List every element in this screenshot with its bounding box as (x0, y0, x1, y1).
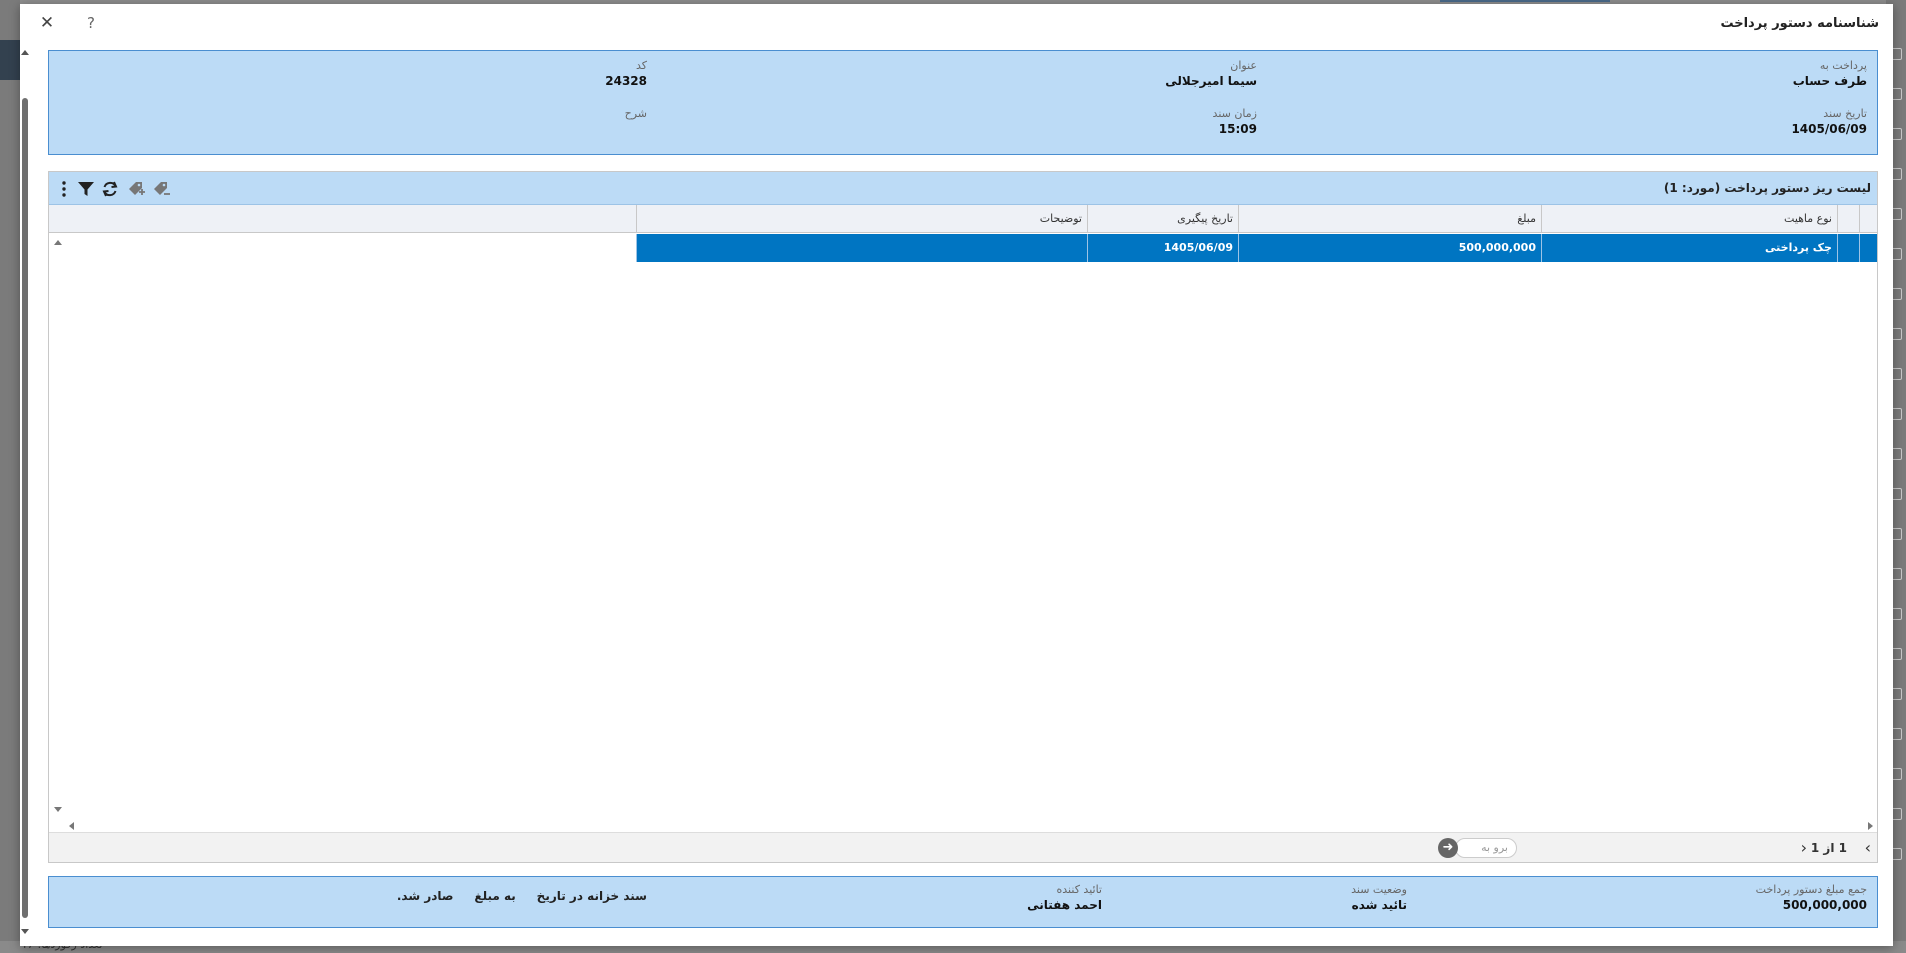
title-field: عنوان سیما امیرجلالی (1165, 59, 1257, 88)
refresh-icon[interactable] (100, 179, 120, 199)
dialog-title: شناسنامه دستور پرداخت (1720, 16, 1879, 31)
total-amount-field: جمع مبلغ دستور پرداخت 500,000,000 (1756, 883, 1867, 912)
pay-to-label: پرداخت به (1819, 59, 1867, 72)
doc-date-value: 1405/06/09 (1791, 122, 1867, 136)
scroll-right-icon[interactable] (1868, 822, 1873, 830)
document-info-panel: پرداخت به طرف حساب عنوان سیما امیرجلالی … (48, 50, 1878, 155)
grid-scroll-down-icon[interactable] (54, 807, 62, 812)
treasury-text-part1: سند خزانه در تاریخ (536, 889, 647, 903)
code-value: 24328 (605, 74, 647, 88)
doc-status-value: تائید شده (1351, 898, 1407, 912)
code-label: کد (635, 59, 647, 72)
dialog-header: شناسنامه دستور پرداخت ✕ ? (20, 4, 1893, 44)
doc-time-label: زمان سند (1212, 107, 1257, 120)
grid-toolbar: لیست ریز دستور پرداخت (مورد: 1) (49, 172, 1877, 205)
row-select-cell[interactable] (1837, 234, 1859, 262)
title-value: سیما امیرجلالی (1165, 74, 1257, 88)
page-info: 1 از 1 (1810, 841, 1847, 855)
tag-remove-icon[interactable] (151, 179, 171, 199)
cell-followup-date[interactable]: 1405/06/09 (1087, 234, 1238, 262)
doc-date-field: تاریخ سند 1405/06/09 (1791, 107, 1867, 136)
help-icon[interactable]: ? (80, 12, 102, 34)
grid-scroll-up-icon[interactable] (54, 240, 62, 245)
column-header-amount[interactable]: مبلغ (1238, 205, 1541, 232)
treasury-text-part3: صادر شد. (396, 889, 454, 903)
dialog-scrollbar[interactable] (20, 46, 30, 936)
summary-panel: جمع مبلغ دستور پرداخت 500,000,000 وضعیت … (48, 876, 1878, 928)
column-header-followup-date[interactable]: تاریخ پیگیری (1087, 205, 1238, 232)
table-row[interactable]: چک پرداختی 500,000,000 1405/06/09 (49, 234, 1877, 262)
total-amount-label: جمع مبلغ دستور پرداخت (1755, 883, 1867, 896)
scroll-up-arrow-icon[interactable] (21, 50, 29, 55)
code-field: کد 24328 (605, 59, 647, 88)
select-column-header[interactable] (1837, 205, 1859, 232)
grid-header-row: نوع ماهیت مبلغ تاریخ پیگیری توضیحات (49, 205, 1877, 233)
scroll-down-arrow-icon[interactable] (21, 929, 29, 934)
more-vertical-icon[interactable] (54, 179, 74, 199)
doc-date-label: تاریخ سند (1823, 107, 1867, 120)
grid-horizontal-scrollbar[interactable] (49, 820, 1877, 832)
pay-to-field: پرداخت به طرف حساب (1793, 59, 1867, 88)
goto-page-input[interactable]: برو به (1455, 838, 1517, 858)
description-field: شرح (625, 107, 647, 120)
doc-time-value: 15:09 (1218, 122, 1257, 136)
next-page-icon[interactable]: ‹ (1865, 838, 1871, 857)
grid-pager: ‹ 1 از 1 › برو به ➜ (49, 832, 1877, 862)
goto-page-button[interactable]: ➜ (1438, 838, 1458, 858)
approver-label: تائید کننده (1056, 883, 1102, 896)
cell-notes[interactable] (636, 234, 1087, 262)
column-header-notes[interactable]: توضیحات (636, 205, 1087, 232)
approver-field: تائید کننده احمد هفتانی (1027, 883, 1102, 912)
background-sidebar (0, 0, 20, 953)
total-amount-value: 500,000,000 (1782, 898, 1867, 912)
doc-status-label: وضعیت سند (1351, 883, 1407, 896)
payment-order-dialog: شناسنامه دستور پرداخت ✕ ? پرداخت به طرف … (20, 4, 1893, 946)
pay-to-value: طرف حساب (1792, 74, 1867, 88)
tag-add-icon[interactable] (126, 179, 146, 199)
background-tab-strip (1440, 0, 1610, 2)
cell-type[interactable]: چک پرداختی (1541, 234, 1837, 262)
row-indicator-header (1859, 205, 1877, 232)
row-indicator-cell[interactable] (1859, 234, 1877, 262)
scroll-left-icon[interactable] (69, 822, 74, 830)
grid-title: لیست ریز دستور پرداخت (مورد: 1) (1663, 181, 1871, 195)
description-label: شرح (624, 107, 647, 120)
treasury-text-part2: به مبلغ (474, 889, 516, 903)
column-header-type[interactable]: نوع ماهیت (1541, 205, 1837, 232)
scrollbar-thumb[interactable] (22, 98, 28, 918)
cell-amount[interactable]: 500,000,000 (1238, 234, 1541, 262)
payment-detail-grid: لیست ریز دستور پرداخت (مورد: 1) نوع ماهی… (48, 171, 1878, 863)
close-icon[interactable]: ✕ (36, 12, 58, 34)
prev-page-icon[interactable]: › (1801, 838, 1807, 857)
approver-value: احمد هفتانی (1027, 898, 1102, 912)
filter-icon[interactable] (76, 179, 96, 199)
title-label: عنوان (1230, 59, 1257, 72)
treasury-doc-text: سند خزانه در تاریخ به مبلغ صادر شد. (397, 889, 647, 903)
doc-status-field: وضعیت سند تائید شده (1351, 883, 1407, 912)
doc-time-field: زمان سند 15:09 (1213, 107, 1257, 136)
